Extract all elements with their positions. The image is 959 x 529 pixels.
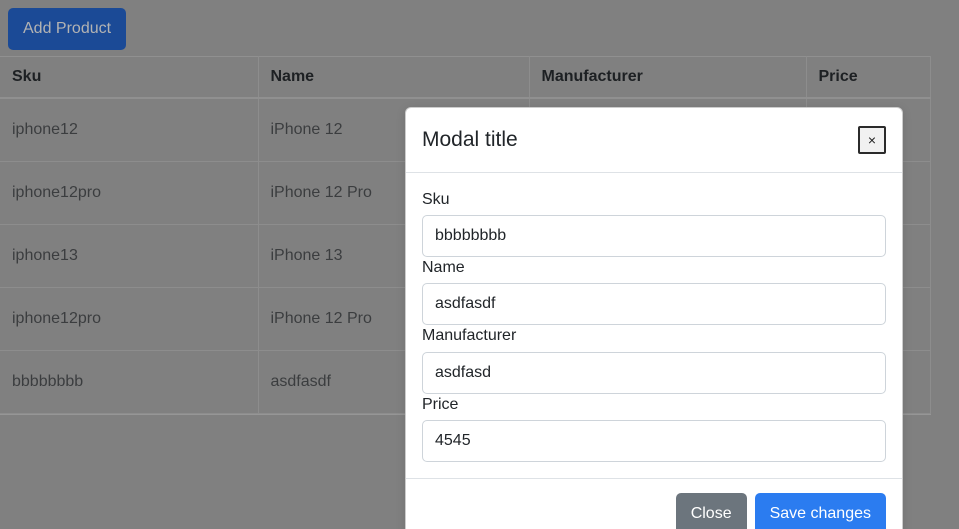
cell-sku: iphone13 (0, 224, 259, 288)
field-group-price: Price (422, 394, 886, 463)
field-group-sku: Sku (422, 189, 886, 257)
column-header-price: Price (805, 56, 931, 99)
cell-actions: Edit (929, 287, 931, 351)
label-manufacturer: Manufacturer (422, 327, 517, 345)
label-name: Name (422, 258, 465, 276)
cell-actions: Edit (929, 98, 931, 162)
cell-sku: iphone12pro (0, 161, 259, 225)
column-header-actions (929, 56, 931, 99)
modal-footer: Close Save changes (406, 478, 902, 529)
field-group-manufacturer: Manufacturer (422, 325, 886, 394)
sku-input[interactable] (422, 214, 886, 257)
name-input[interactable] (422, 283, 886, 326)
cell-actions: Edit (929, 350, 931, 414)
price-input[interactable] (422, 420, 886, 463)
column-header-name: Name (257, 56, 530, 99)
column-header-sku: Sku (0, 56, 259, 99)
label-sku: Sku (422, 190, 450, 208)
cell-actions: Edit (929, 224, 931, 288)
cell-sku: bbbbbbbb (0, 350, 259, 414)
page-toolbar: Add Product (0, 0, 931, 56)
products-table-head: Sku Name Manufacturer Price (0, 56, 931, 99)
table-header-row: Sku Name Manufacturer Price (0, 56, 931, 99)
close-button[interactable]: Close (675, 493, 747, 529)
modal-title: Modal title (422, 128, 518, 151)
cell-sku: iphone12 (0, 98, 259, 162)
cell-sku: iphone12pro (0, 287, 259, 351)
label-price: Price (422, 395, 459, 413)
save-changes-button[interactable]: Save changes (754, 493, 886, 529)
close-icon[interactable]: × (858, 125, 886, 154)
edit-product-modal: Modal title × Sku Name Manufacturer Pric… (405, 107, 903, 529)
field-group-name: Name (422, 257, 886, 326)
add-product-button[interactable]: Add Product (8, 8, 127, 50)
modal-header: Modal title × (406, 108, 902, 173)
cell-actions: Edit (929, 161, 931, 225)
column-header-manufacturer: Manufacturer (528, 56, 807, 99)
app-root: Add Product Sku Name Manufacturer Price … (0, 0, 959, 529)
modal-body: Sku Name Manufacturer Price (406, 173, 902, 479)
manufacturer-input[interactable] (422, 351, 886, 394)
